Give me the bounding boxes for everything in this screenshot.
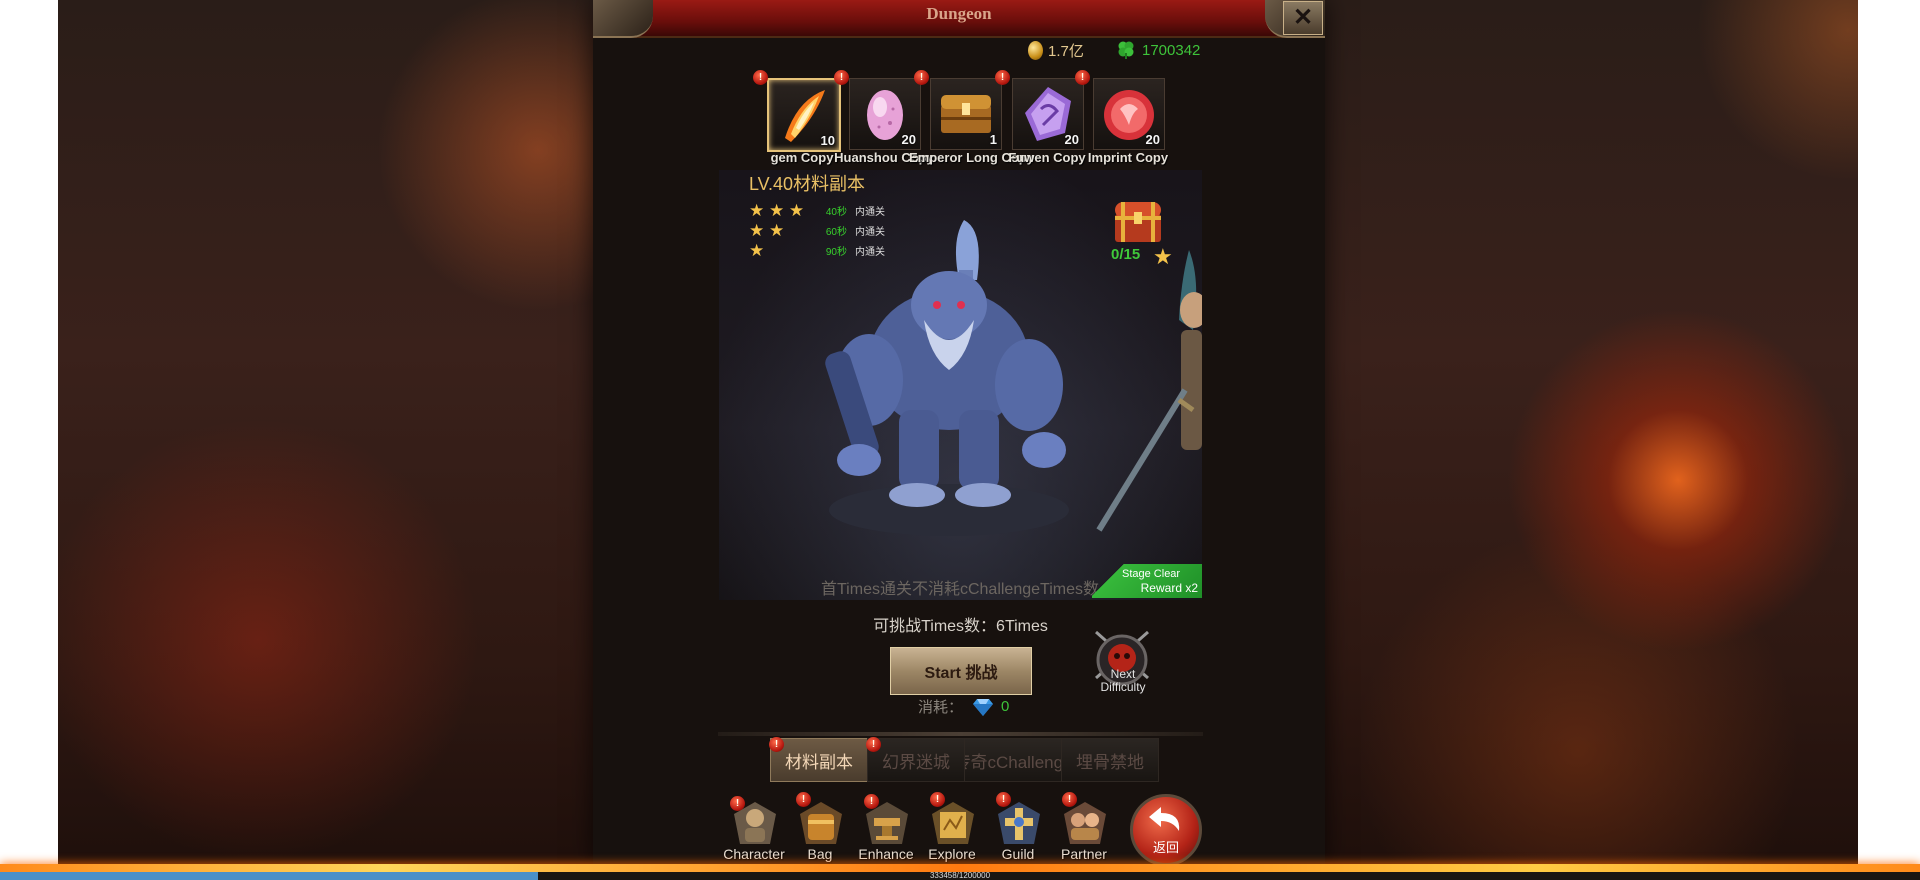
nav-label: Explore (928, 846, 976, 862)
material-tile: 20 (1012, 78, 1084, 150)
alert-dot-icon: ! (914, 70, 929, 85)
nav-explore[interactable]: Explore (920, 794, 984, 862)
gold-coin-icon (1028, 41, 1043, 60)
alert-dot-icon: ! (930, 792, 945, 807)
next-difficulty-label: Next Difficulty (1100, 667, 1146, 694)
subtab-legend-challenge[interactable]: 传奇cChallenge (964, 738, 1062, 782)
first-clear-note: 首Times通关不消耗cChallengeTimes数 (821, 581, 1099, 598)
close-icon: ✕ (1292, 4, 1314, 31)
start-button-label: Start 挑战 (924, 665, 998, 682)
material-tile: 20 (849, 78, 921, 150)
return-label: 返回 (1152, 840, 1179, 855)
bottom-nav-bar: Character Bag Enhance Explore Guild Part… (722, 790, 1202, 866)
alert-dot-icon: ! (796, 792, 811, 807)
alert-dot-icon: ! (864, 794, 879, 809)
material-count: 20 (901, 132, 916, 147)
bag-icon (800, 802, 842, 844)
alert-dot-icon: ! (1075, 70, 1090, 85)
subtab-label: 材料副本 (785, 752, 853, 772)
clover-amount: 1700342 (1142, 41, 1201, 59)
nav-label: Guild (1001, 846, 1035, 862)
close-button[interactable]: ✕ (1283, 1, 1323, 35)
material-count: 20 (1064, 132, 1079, 147)
companion-figure (1096, 250, 1202, 532)
reward-badge-line1: Stage Clear (1122, 568, 1181, 580)
alert-dot-icon: ! (834, 70, 849, 85)
nav-label: Character (723, 846, 785, 862)
cost-label: 消耗： (918, 699, 964, 716)
nav-label: Partner (1061, 846, 1107, 862)
stage-preview: LV.40材料副本 ★ ★ ★ 40秒 内通关 ★ ★ 60秒 内通关 ★ 90… (719, 170, 1202, 600)
subtab-material-dungeon[interactable]: 材料副本 (770, 738, 868, 782)
gold-currency: 1.7亿 (1028, 40, 1084, 61)
nav-label: Bag (807, 846, 833, 862)
nav-label: Enhance (858, 846, 914, 862)
material-tile: 10 (767, 78, 841, 152)
title-bar: Dungeon ✕ (593, 0, 1325, 38)
subtab-label: 幻界迷城 (882, 752, 950, 772)
reward-badge-line2: Reward x2 (1140, 581, 1198, 595)
challenge-cost: 消耗： 0 (918, 696, 1009, 717)
alert-dot-icon: ! (866, 737, 881, 752)
cost-value: 0 (1001, 698, 1010, 715)
nav-guild[interactable]: Guild (986, 794, 1050, 862)
gold-amount: 1.7亿 (1048, 43, 1084, 60)
start-challenge-button[interactable]: Start 挑战 (890, 647, 1032, 695)
experience-text: 333458/1200000 (929, 871, 991, 880)
material-count: 10 (820, 133, 835, 148)
subtab-label: 埋骨禁地 (1076, 752, 1144, 772)
diamond-icon (973, 698, 994, 716)
experience-bar: 333458/1200000 (0, 872, 1920, 880)
material-tile: 1 (930, 78, 1002, 150)
material-count: 1 (989, 132, 997, 147)
material-copy-tabs: 10 gem Copy 20 Huanshou Copy 1 Emperor L… (766, 78, 1171, 170)
alert-dot-icon: ! (996, 792, 1011, 807)
subtab-illusion-city[interactable]: 幻界迷城 (867, 738, 965, 782)
boss-monster-figure (825, 220, 1069, 536)
subtab-bone-land[interactable]: 埋骨禁地 (1061, 738, 1159, 782)
material-label: Imprint Copy (1087, 150, 1169, 165)
alert-dot-icon: ! (769, 737, 784, 752)
return-button[interactable]: 返回 (1130, 794, 1202, 866)
alert-dot-icon: ! (730, 796, 745, 811)
return-arrow-icon (1149, 807, 1180, 831)
stage-title: LV.40材料副本 (749, 174, 866, 194)
clover-currency: 1700342 (1116, 40, 1200, 60)
material-tile: 20 (1093, 78, 1165, 150)
subtab-label: 传奇cChallenge (965, 752, 1061, 772)
nav-partner[interactable]: Partner (1052, 794, 1116, 862)
reward-chest-icon[interactable] (1111, 194, 1165, 246)
section-divider (718, 732, 1203, 736)
alert-dot-icon: ! (995, 70, 1010, 85)
clover-icon (1118, 41, 1134, 59)
material-count: 20 (1145, 132, 1160, 147)
stage-clear-reward-badge: Stage Clear Reward x2 (1092, 564, 1202, 598)
alert-dot-icon: ! (1062, 792, 1077, 807)
alert-dot-icon: ! (753, 70, 768, 85)
window-title: Dungeon (926, 4, 992, 23)
material-tab-imprint[interactable]: 20 Imprint Copy (1088, 78, 1168, 170)
